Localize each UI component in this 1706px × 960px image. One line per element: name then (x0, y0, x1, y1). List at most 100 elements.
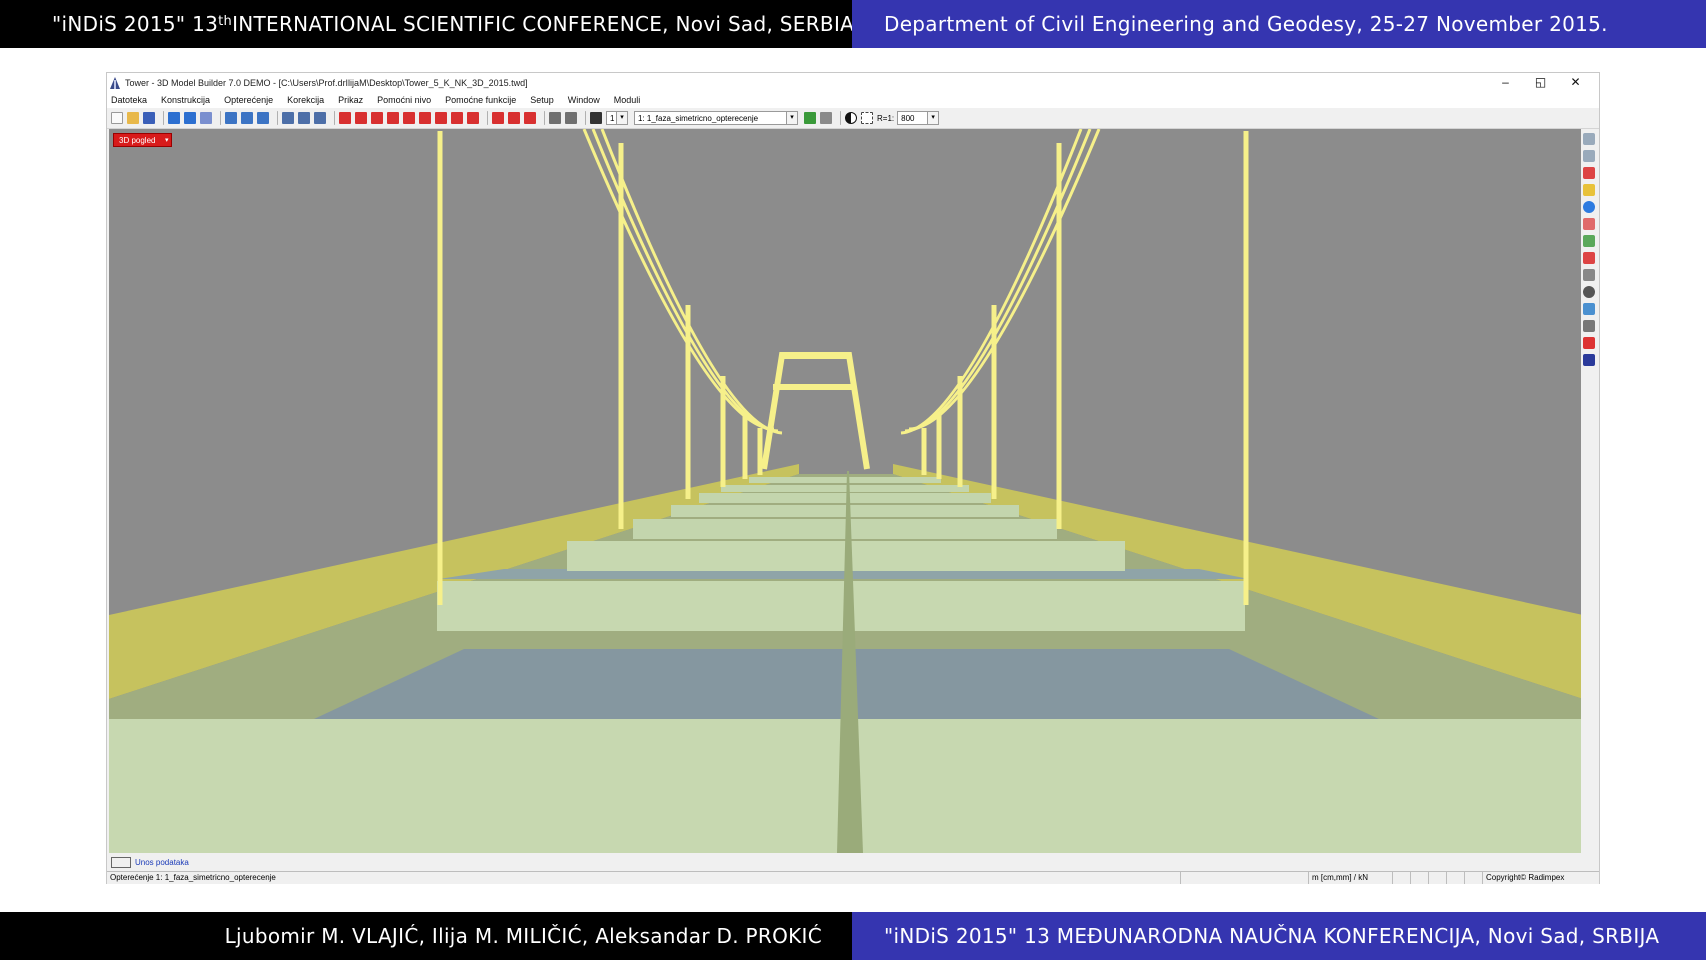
frame-icon[interactable] (1583, 354, 1595, 366)
scale-toggle-icon[interactable] (1465, 872, 1483, 884)
print-icon[interactable] (282, 112, 294, 124)
mirror-icon[interactable] (371, 112, 383, 124)
pencil-icon[interactable] (508, 112, 520, 124)
chevron-down-icon: ▾ (927, 112, 939, 124)
minimize-button[interactable]: – (1488, 73, 1523, 92)
new-file-icon[interactable] (111, 112, 123, 124)
layers-icon[interactable] (590, 112, 602, 124)
scale-select[interactable]: 800 ▾ (897, 111, 940, 125)
node-icon[interactable] (241, 112, 253, 124)
zoom-out-icon[interactable] (1583, 269, 1595, 281)
axis-icon[interactable] (257, 112, 269, 124)
rotate-view-icon[interactable] (1583, 218, 1595, 230)
eraser-icon[interactable] (524, 112, 536, 124)
hand-icon[interactable] (1583, 286, 1595, 298)
menu-pomocne-funkcije[interactable]: Pomoćne funkcije (445, 95, 516, 105)
menu-pomocni-nivo[interactable]: Pomoćni nivo (377, 95, 431, 105)
chevron-down-icon: ▾ (164, 137, 169, 144)
load-case-select[interactable]: 1: 1_faza_simetricno_opterecenje ▾ (634, 111, 798, 125)
scale-select-value: 800 (901, 113, 915, 123)
multi-icon[interactable] (467, 112, 479, 124)
title-bar: Tower - 3D Model Builder 7.0 DEMO - [C:\… (107, 73, 1599, 92)
roof-icon[interactable] (451, 112, 463, 124)
toolbar-separator (544, 111, 545, 125)
maximize-button[interactable]: ◱ (1523, 73, 1558, 92)
main-toolbar: 1 ▾ 1: 1_faza_simetricno_opterecenje ▾ R… (107, 108, 1599, 129)
calculate-icon[interactable] (804, 112, 816, 124)
3d-viewport[interactable]: 3D pogled ▾ (109, 129, 1583, 853)
menu-window[interactable]: Window (568, 95, 600, 105)
authors: Ljubomir M. VLAJIĆ, Ilija M. MILIČIĆ, Al… (224, 924, 822, 948)
status-bar: Opterećenje 1: 1_faza_simetricno_opterec… (107, 871, 1599, 884)
right-toolbar (1581, 129, 1597, 853)
conference-title-post: INTERNATIONAL SCIENTIFIC CONFERENCE, Nov… (232, 12, 855, 36)
redo-icon[interactable] (565, 112, 577, 124)
stretch-icon[interactable] (403, 112, 415, 124)
layer-select-value: 1 (610, 113, 615, 123)
support-icon[interactable] (225, 112, 237, 124)
view-mode-label: 3D pogled (119, 135, 156, 145)
wave-icon[interactable] (1583, 320, 1595, 332)
osnap-toggle-icon[interactable] (1447, 872, 1465, 884)
cross-beam-8 (749, 477, 941, 483)
status-empty (1181, 872, 1309, 884)
close-button[interactable]: ✕ (1558, 73, 1593, 92)
menu-datoteka[interactable]: Datoteka (111, 95, 147, 105)
conference-title-local: "iNDiS 2015" 13 MEĐUNARODNA NAUČNA KONFE… (884, 924, 1660, 948)
cross-beam-5 (671, 505, 1019, 517)
toolbar-separator (163, 111, 164, 125)
cut-icon[interactable] (419, 112, 431, 124)
menu-prikaz[interactable]: Prikaz (338, 95, 363, 105)
window-title: Tower - 3D Model Builder 7.0 DEMO - [C:\… (125, 77, 528, 88)
save-icon[interactable] (143, 112, 155, 124)
open-folder-icon[interactable] (127, 112, 139, 124)
chevron-down-icon: ▾ (616, 112, 627, 124)
ruler-icon[interactable] (1583, 184, 1595, 196)
toolbar-separator (334, 111, 335, 125)
move-icon[interactable] (355, 112, 367, 124)
section-icon[interactable] (1583, 337, 1595, 349)
conference-title-sup: th (218, 13, 233, 29)
input-bar-label: Unos podataka (135, 857, 189, 867)
beam-icon[interactable] (200, 112, 212, 124)
view-mode-dropdown[interactable]: 3D pogled ▾ (113, 133, 173, 147)
info-icon[interactable] (1583, 201, 1595, 213)
copy-layer-icon[interactable] (184, 112, 196, 124)
status-copyright: Copyright© Radimpex (1486, 873, 1565, 882)
axis-y-icon[interactable] (1583, 150, 1595, 162)
ortho-toggle-icon[interactable] (1429, 872, 1447, 884)
copy-icon[interactable] (387, 112, 399, 124)
axis-x-icon[interactable] (1583, 133, 1595, 145)
layer-select[interactable]: 1 ▾ (606, 111, 628, 125)
layer-icon[interactable] (168, 112, 180, 124)
status-load-case: Opterećenje 1: 1_faza_simetricno_opterec… (107, 872, 1181, 884)
grid-toggle-icon[interactable] (1393, 872, 1411, 884)
zoom-extents-icon[interactable] (861, 112, 873, 124)
scale-label: R=1: (877, 113, 895, 123)
pan-icon[interactable] (1583, 235, 1595, 247)
menu-korekcija[interactable]: Korekcija (287, 95, 324, 105)
slide-footer: Ljubomir M. VLAJIĆ, Ilija M. MILIČIĆ, Al… (0, 912, 1706, 960)
measure-icon[interactable] (492, 112, 504, 124)
pin-icon[interactable] (1583, 167, 1595, 179)
chevron-down-icon: ▾ (786, 112, 797, 124)
menu-moduli[interactable]: Moduli (614, 95, 641, 105)
snap-toggle-icon[interactable] (1411, 872, 1429, 884)
delete-icon[interactable] (339, 112, 351, 124)
report-icon[interactable] (820, 112, 832, 124)
bridge-3d-model (109, 129, 1583, 853)
up-arrow-icon[interactable] (435, 112, 447, 124)
undo-icon[interactable] (549, 112, 561, 124)
zoom-in-icon[interactable] (1583, 252, 1595, 264)
input-bar[interactable]: Unos podataka (109, 855, 189, 869)
menu-konstrukcija[interactable]: Konstrukcija (161, 95, 210, 105)
menu-opterecenje[interactable]: Opterećenje (224, 95, 273, 105)
menu-setup[interactable]: Setup (530, 95, 554, 105)
grid-icon[interactable] (1583, 303, 1595, 315)
contrast-icon[interactable] (845, 112, 857, 124)
menu-bar: Datoteka Konstrukcija Opterećenje Korekc… (107, 92, 1599, 108)
export-icon[interactable] (298, 112, 310, 124)
toolbar-separator (277, 111, 278, 125)
rotate-icon[interactable] (314, 112, 326, 124)
conference-title-pre: "iNDiS 2015" 13 (52, 12, 219, 36)
